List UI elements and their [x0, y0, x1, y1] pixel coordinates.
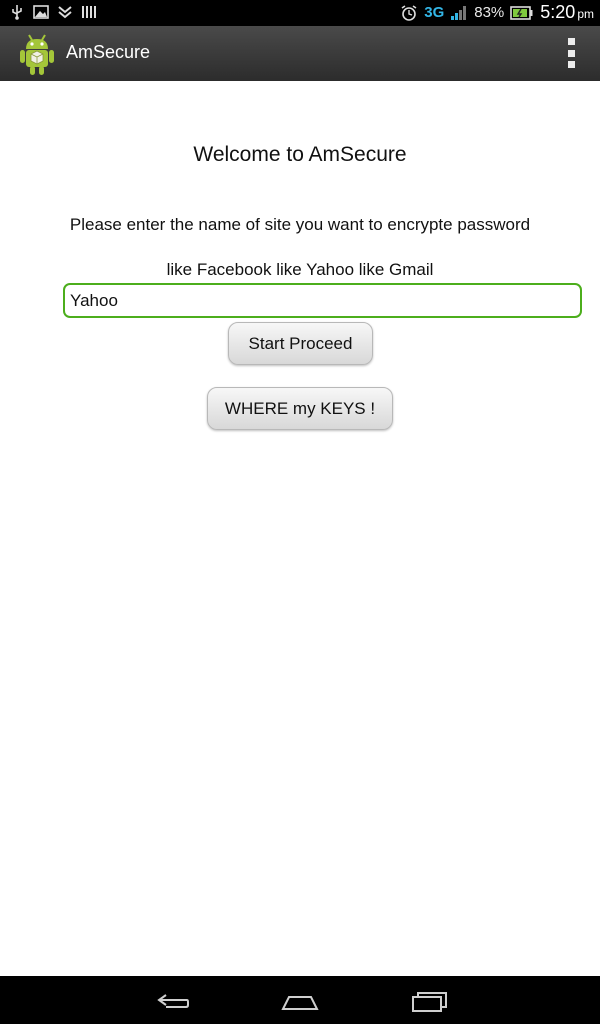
where-my-keys-button[interactable]: WHERE my KEYS !: [207, 387, 393, 430]
main-content: Welcome to AmSecure Please enter the nam…: [0, 81, 600, 976]
welcome-heading: Welcome to AmSecure: [193, 143, 407, 166]
back-icon[interactable]: [152, 986, 192, 1014]
overflow-menu-icon[interactable]: [566, 38, 576, 68]
site-name-input[interactable]: [63, 283, 582, 318]
menu-dot: [567, 61, 575, 68]
clock-ampm: pm: [577, 7, 594, 21]
app-title: AmSecure: [66, 42, 151, 62]
cell-signal-icon: [451, 5, 467, 20]
battery-percent: 83%: [474, 4, 505, 21]
recent-apps-icon[interactable]: [410, 986, 450, 1014]
notification-icons: [8, 3, 98, 21]
action-bar: AmSecure: [0, 26, 600, 81]
system-status: 3G 83% 5:20 pm: [400, 2, 594, 23]
clock: 5:20: [540, 2, 576, 22]
start-proceed-button[interactable]: Start Proceed: [228, 322, 373, 365]
alarm-icon: [401, 4, 417, 21]
network-type: 3G: [424, 4, 445, 21]
menu-dot: [567, 49, 575, 57]
menu-dot: [567, 38, 575, 45]
usb-icon: [12, 5, 22, 20]
android-app-icon[interactable]: [18, 32, 56, 76]
instruction-text: Please enter the name of site you want t…: [69, 215, 531, 234]
download-icon: [58, 6, 72, 19]
image-icon: [33, 5, 49, 19]
battery-icon: [510, 5, 533, 20]
status-bar: 3G 83% 5:20 pm: [0, 0, 600, 26]
signal-bars-icon: [82, 6, 96, 18]
site-hint-text: like Facebook like Yahoo like Gmail: [166, 260, 434, 279]
navigation-bar: [0, 976, 600, 1024]
home-icon[interactable]: [280, 986, 320, 1014]
